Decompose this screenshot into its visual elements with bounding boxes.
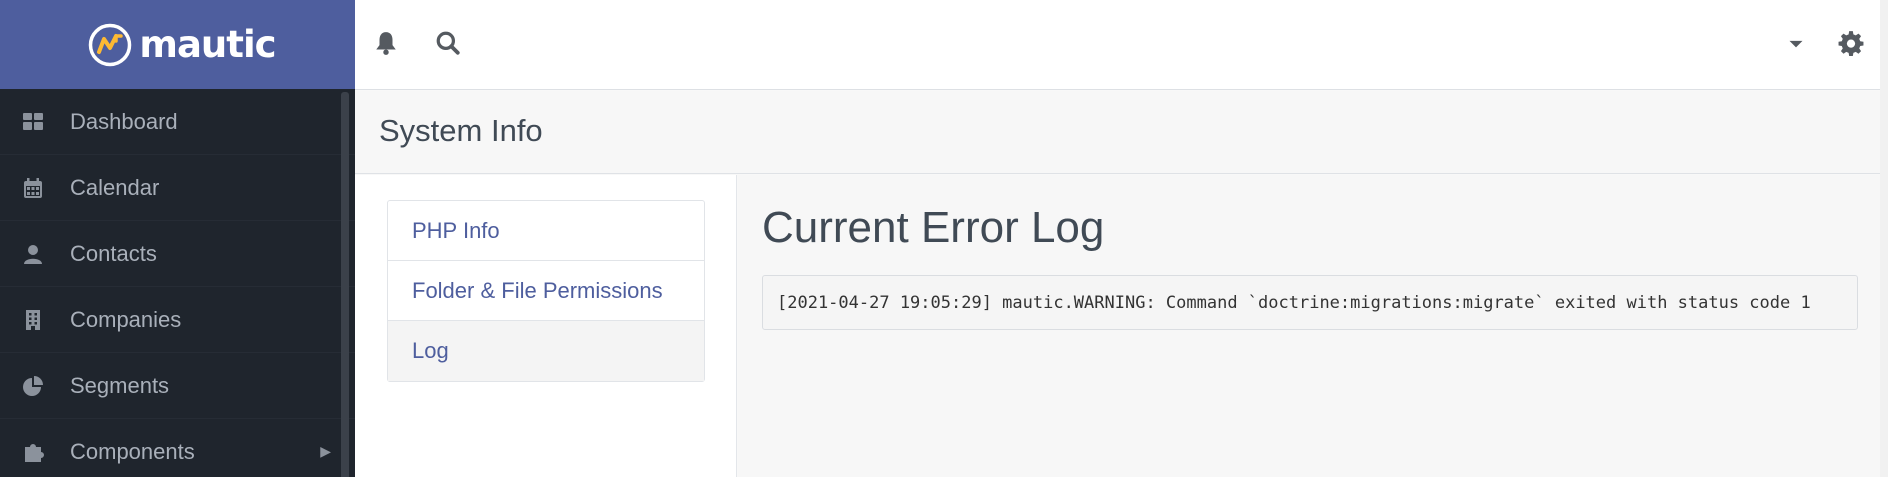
- page-scrollbar[interactable]: [1880, 0, 1888, 477]
- user-icon: [22, 243, 44, 265]
- sidebar-item-contacts[interactable]: Contacts: [0, 221, 355, 287]
- bell-icon[interactable]: [371, 28, 401, 58]
- sidebar-item-label: Segments: [70, 372, 170, 398]
- sidebar-nav: Dashboard Calendar Contacts Companies Se…: [0, 89, 355, 477]
- page-header: System Info: [355, 91, 1880, 174]
- top-navbar: [355, 0, 1880, 90]
- system-info-tabs: PHP Info Folder & File Permissions Log: [387, 200, 705, 382]
- building-icon: [22, 309, 44, 331]
- sidebar-item-label: Dashboard: [70, 108, 178, 134]
- tab-php-info[interactable]: PHP Info: [388, 201, 704, 261]
- dashboard-icon: [22, 111, 44, 133]
- sidebar-item-dashboard[interactable]: Dashboard: [0, 89, 355, 155]
- sidebar-item-label: Calendar: [70, 174, 160, 200]
- sidebar-item-calendar[interactable]: Calendar: [0, 155, 355, 221]
- mautic-logo-icon: [89, 23, 132, 66]
- calendar-icon: [22, 177, 44, 199]
- sidebar-scrollbar[interactable]: [341, 92, 349, 477]
- tab-log[interactable]: Log: [388, 321, 704, 381]
- sidebar: mautic Dashboard Calendar Contacts Compa…: [0, 0, 355, 477]
- puzzle-icon: [22, 441, 44, 463]
- sidebar-item-label: Components: [70, 438, 195, 464]
- sidebar-item-segments[interactable]: Segments: [0, 353, 355, 419]
- pie-chart-icon: [22, 375, 44, 397]
- error-log-entry: [2021-04-27 19:05:29] mautic.WARNING: Co…: [762, 275, 1858, 330]
- sidebar-item-components[interactable]: Components ▶: [0, 419, 355, 477]
- caret-right-icon: ▶: [320, 443, 331, 459]
- sidebar-item-label: Contacts: [70, 240, 157, 266]
- page-title: System Info: [379, 113, 543, 148]
- main-content: Current Error Log [2021-04-27 19:05:29] …: [738, 175, 1880, 477]
- sidebar-item-label: Companies: [70, 306, 182, 332]
- tab-folder-file-permissions[interactable]: Folder & File Permissions: [388, 261, 704, 321]
- sidebar-item-companies[interactable]: Companies: [0, 287, 355, 353]
- section-heading: Current Error Log: [762, 203, 1105, 252]
- system-info-sidebar: PHP Info Folder & File Permissions Log: [355, 175, 737, 477]
- gear-icon[interactable]: [1836, 28, 1866, 58]
- brand-name: mautic: [139, 23, 276, 66]
- search-icon[interactable]: [433, 28, 463, 58]
- brand-header[interactable]: mautic: [0, 0, 355, 89]
- caret-down-icon[interactable]: [1781, 28, 1811, 58]
- brand-logo-link[interactable]: mautic: [87, 22, 277, 68]
